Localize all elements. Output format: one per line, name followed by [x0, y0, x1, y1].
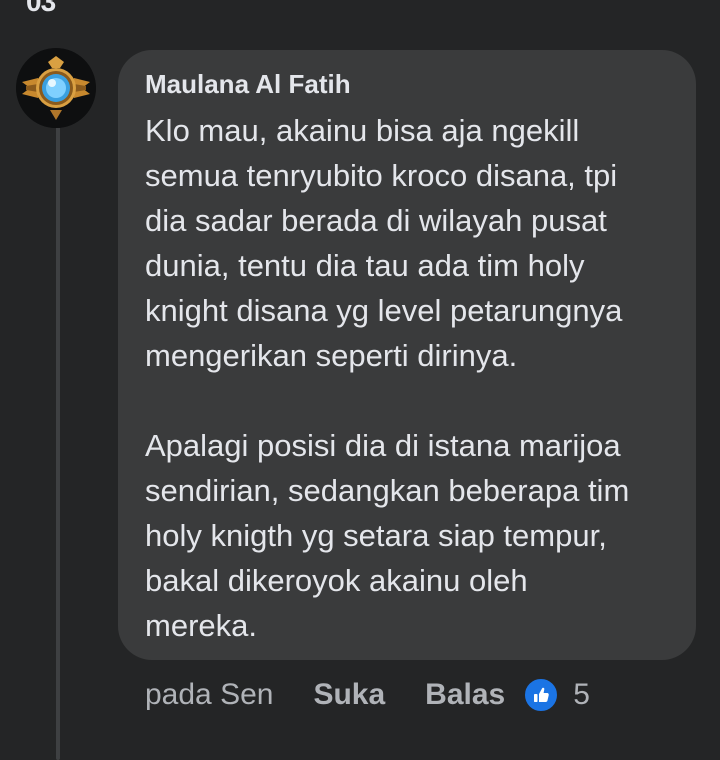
comment-timestamp[interactable]: pada Sen	[145, 678, 273, 712]
reply-button[interactable]: Balas	[425, 678, 505, 712]
reaction-count[interactable]: 5	[573, 678, 590, 712]
thumbs-up-icon[interactable]	[523, 677, 560, 713]
comment-text: Klo mau, akainu bisa aja ngekill semua t…	[145, 113, 630, 643]
avatar-emblem-icon	[16, 48, 96, 128]
thread-line	[56, 120, 60, 760]
comment-author[interactable]: Maulana Al Fatih	[145, 68, 670, 100]
comment-bubble: Maulana Al Fatih Klo mau, akainu bisa aj…	[118, 50, 696, 660]
like-button[interactable]: Suka	[313, 678, 385, 712]
previous-comment-fragment: 03	[26, 0, 56, 17]
avatar[interactable]	[16, 48, 96, 128]
comment-actions: pada Sen Suka Balas 5	[145, 673, 590, 717]
